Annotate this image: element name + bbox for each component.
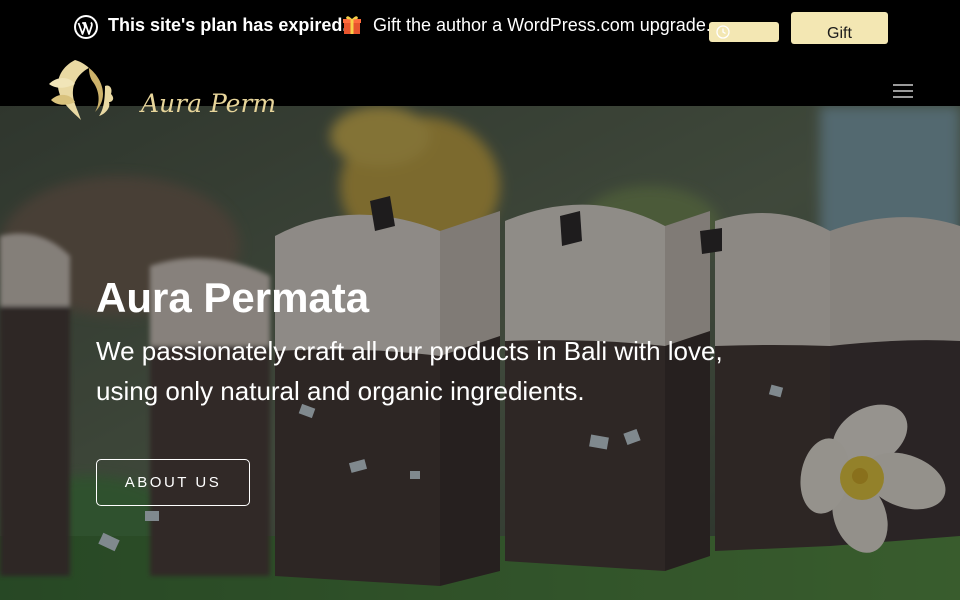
hero-subtitle: We passionately craft all our products i…	[96, 336, 723, 406]
hamburger-menu-icon[interactable]	[893, 84, 913, 100]
hero-title: Aura Permata	[96, 274, 370, 321]
site-logo[interactable]: Aura Permata	[45, 54, 275, 128]
gift-emoji-icon	[343, 16, 361, 34]
lady-silhouette-icon	[49, 60, 114, 120]
hero-section: Aura Permata We passionately craft all o…	[0, 106, 960, 600]
plan-expired-banner: This site's plan has expired. Gift the a…	[0, 0, 960, 56]
gift-button[interactable]: Gift	[791, 12, 888, 44]
banner-message: Gift the author a WordPress.com upgrade.	[373, 15, 711, 35]
clock-icon	[716, 25, 730, 39]
banner-title: This site's plan has expired.	[108, 15, 348, 35]
about-us-button[interactable]: ABOUT US	[96, 459, 250, 506]
wordpress-logo-icon	[74, 15, 98, 39]
logo-text: Aura Permata	[139, 89, 275, 118]
dismiss-button[interactable]	[709, 22, 779, 42]
